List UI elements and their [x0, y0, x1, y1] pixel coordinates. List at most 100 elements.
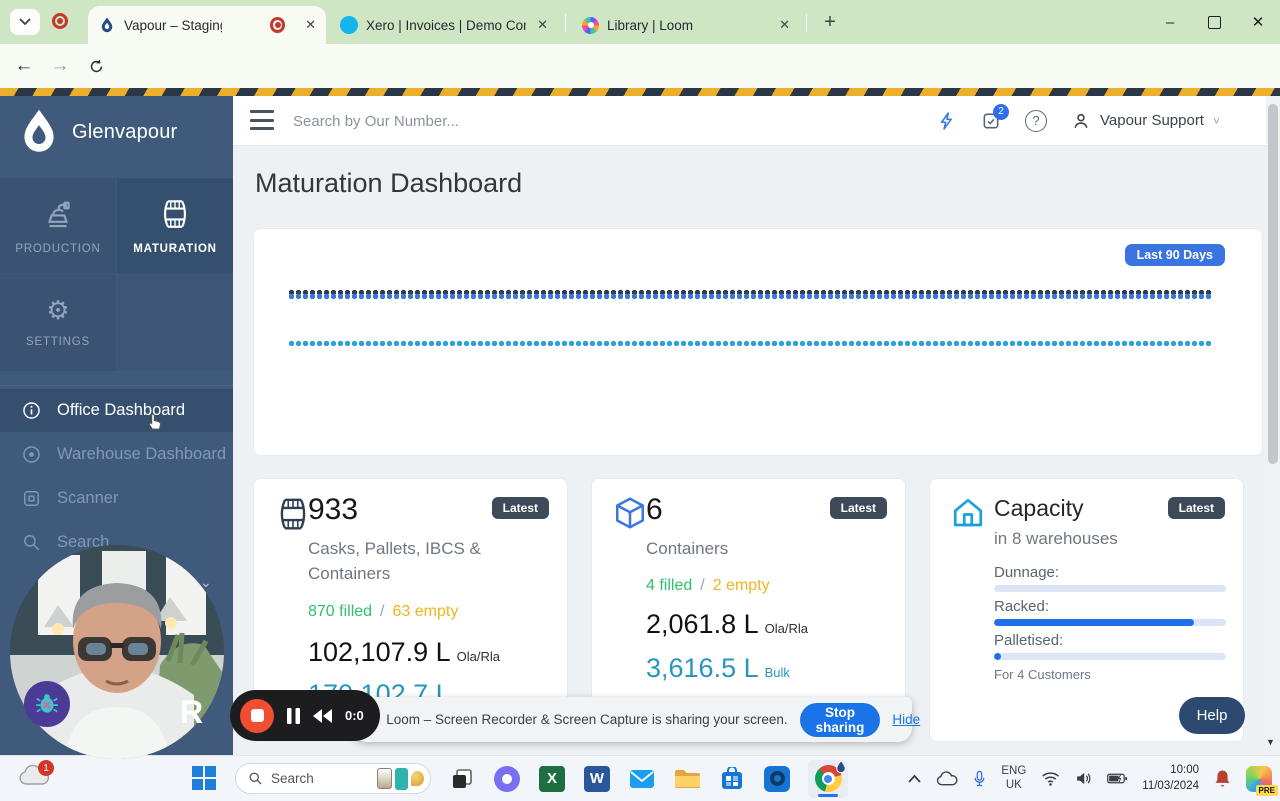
wifi-icon[interactable]: [1041, 771, 1060, 786]
word-button[interactable]: W: [583, 765, 611, 793]
lightning-icon[interactable]: [937, 110, 957, 132]
latest-badge: Latest: [1167, 497, 1225, 519]
bug-report-badge[interactable]: [24, 681, 70, 727]
task-view-button[interactable]: [448, 765, 476, 793]
tab-xero[interactable]: Xero | Invoices | Demo Compan ✕: [330, 6, 558, 44]
scroll-down-arrow-icon[interactable]: ▼: [1266, 737, 1275, 747]
taskbar-search[interactable]: Search: [235, 763, 431, 794]
recording-timer: 0:0: [345, 708, 364, 723]
tab-title: Vapour – Staging: [124, 17, 222, 33]
ms-store-button[interactable]: [718, 765, 746, 793]
our-number-search-input[interactable]: [291, 104, 715, 138]
user-icon: [1074, 113, 1088, 128]
bar-label-dunnage: Dunnage:: [994, 564, 1060, 581]
help-button[interactable]: Help: [1179, 697, 1245, 734]
gear-icon: ⚙: [46, 296, 70, 326]
tasks-button[interactable]: 2: [981, 103, 1010, 131]
blue-app-button[interactable]: [763, 765, 791, 793]
speaker-icon[interactable]: [1075, 771, 1092, 786]
file-explorer-button[interactable]: [673, 765, 701, 793]
sidebar-item-office-dashboard[interactable]: Office Dashboard: [0, 389, 233, 432]
ring-app-icon: [764, 765, 790, 792]
window-restore-button[interactable]: [1192, 0, 1236, 44]
casks-fill-status: 870 filled / 63 empty: [308, 603, 458, 621]
sidebar-tile-settings[interactable]: ⚙ SETTINGS: [0, 275, 116, 371]
loom-recorder-controls: 0:0: [230, 690, 380, 741]
sidebar-item-label: Office Dashboard: [57, 401, 186, 419]
brand-name: Glenvapour: [72, 120, 178, 143]
clock[interactable]: 10:00 11/03/2024: [1142, 763, 1199, 794]
casks-volume-olarla: 102,107.9 L Ola/Rla: [308, 637, 500, 667]
help-icon[interactable]: ?: [1025, 109, 1048, 132]
tab-loom[interactable]: Library | Loom ✕: [572, 6, 800, 44]
onedrive-icon[interactable]: [936, 771, 958, 786]
rewind-icon[interactable]: [313, 708, 332, 723]
browser-toolbar: ← → staging.vapour.scot/maturation ☆ ⋮: [0, 44, 1280, 126]
tab-title: Library | Loom: [607, 17, 694, 33]
stop-recording-button[interactable]: [240, 698, 274, 733]
new-tab-button[interactable]: +: [816, 8, 844, 36]
language-indicator[interactable]: ENG UK: [1001, 765, 1026, 793]
chevron-down-icon: ˅: [1212, 113, 1220, 128]
tile-label: PRODUCTION: [15, 243, 101, 255]
stop-icon: [250, 709, 264, 722]
chrome-button-active[interactable]: [808, 759, 848, 798]
brand[interactable]: Glenvapour: [18, 108, 177, 156]
stop-sharing-button[interactable]: Stop sharing: [799, 702, 881, 737]
capacity-title: Capacity: [994, 495, 1084, 521]
pot-still-icon: [48, 201, 70, 228]
hamburger-menu-icon[interactable]: [250, 110, 274, 130]
battery-icon[interactable]: [1107, 772, 1128, 785]
mail-button[interactable]: [628, 765, 656, 793]
tile-label: SETTINGS: [26, 336, 90, 348]
chart-range-badge[interactable]: Last 90 Days: [1124, 244, 1225, 266]
loom-app-button[interactable]: [493, 765, 521, 793]
notification-bell-icon[interactable]: [1214, 769, 1231, 788]
containers-count: 6: [646, 493, 663, 526]
tab-close-icon[interactable]: ✕: [537, 17, 548, 33]
excel-button[interactable]: X: [538, 765, 566, 793]
copilot-icon[interactable]: PRE: [1246, 765, 1278, 796]
scrollbar-thumb[interactable]: [1268, 104, 1278, 464]
sidebar-item-scanner[interactable]: Scanner: [0, 477, 233, 520]
tab-close-icon[interactable]: ✕: [779, 17, 790, 33]
sidebar-item-warehouse-dashboard[interactable]: Warehouse Dashboard: [0, 433, 233, 476]
search-placeholder: Search: [271, 771, 314, 786]
tab-search-button[interactable]: [10, 9, 40, 35]
extension-recording-icon[interactable]: [52, 13, 68, 29]
staging-hazard-stripe: [0, 88, 1280, 96]
share-message: Loom – Screen Recorder & Screen Capture …: [386, 712, 788, 727]
sidebar-tile-empty: [117, 275, 233, 371]
back-button[interactable]: ←: [10, 52, 38, 80]
casks-subtitle: Casks, Pallets, IBCS & Containers: [308, 539, 481, 583]
sidebar-tile-production[interactable]: PRODUCTION: [0, 178, 116, 274]
tab-vapour-staging[interactable]: Vapour – Staging ✕: [88, 6, 326, 44]
separator: /: [380, 603, 385, 620]
forward-button[interactable]: →: [46, 52, 74, 80]
minimize-icon: –: [1165, 13, 1175, 31]
tray-expand-icon[interactable]: [908, 774, 922, 783]
capacity-subtitle: in 8 warehouses: [994, 529, 1118, 548]
tab-divider: [806, 14, 807, 32]
vapour-drop-favicon: [101, 17, 113, 33]
sidebar-divider: [0, 385, 233, 386]
capacity-footer: For 4 Customers: [994, 667, 1091, 682]
bar-racked: [994, 619, 1226, 626]
tab-close-icon[interactable]: ✕: [305, 17, 316, 33]
start-button[interactable]: [190, 765, 218, 793]
window-close-button[interactable]: ✕: [1236, 0, 1280, 44]
notification-badge: 1: [38, 760, 54, 776]
hide-link[interactable]: Hide: [892, 712, 920, 727]
reload-button[interactable]: [82, 52, 110, 80]
page-scrollbar[interactable]: ▼: [1266, 96, 1280, 755]
pause-icon[interactable]: [287, 707, 300, 724]
glenvapour-logo-icon: [24, 109, 54, 152]
bug-icon: [36, 694, 58, 713]
sidebar-tile-maturation[interactable]: MATURATION: [117, 178, 233, 274]
store-icon: [722, 766, 742, 789]
notification-cloud[interactable]: 1: [18, 760, 54, 786]
excel-icon: X: [539, 765, 565, 792]
user-menu[interactable]: Vapour Support ˅: [1071, 111, 1220, 131]
window-minimize-button[interactable]: –: [1148, 0, 1192, 44]
microphone-icon[interactable]: [973, 770, 986, 788]
